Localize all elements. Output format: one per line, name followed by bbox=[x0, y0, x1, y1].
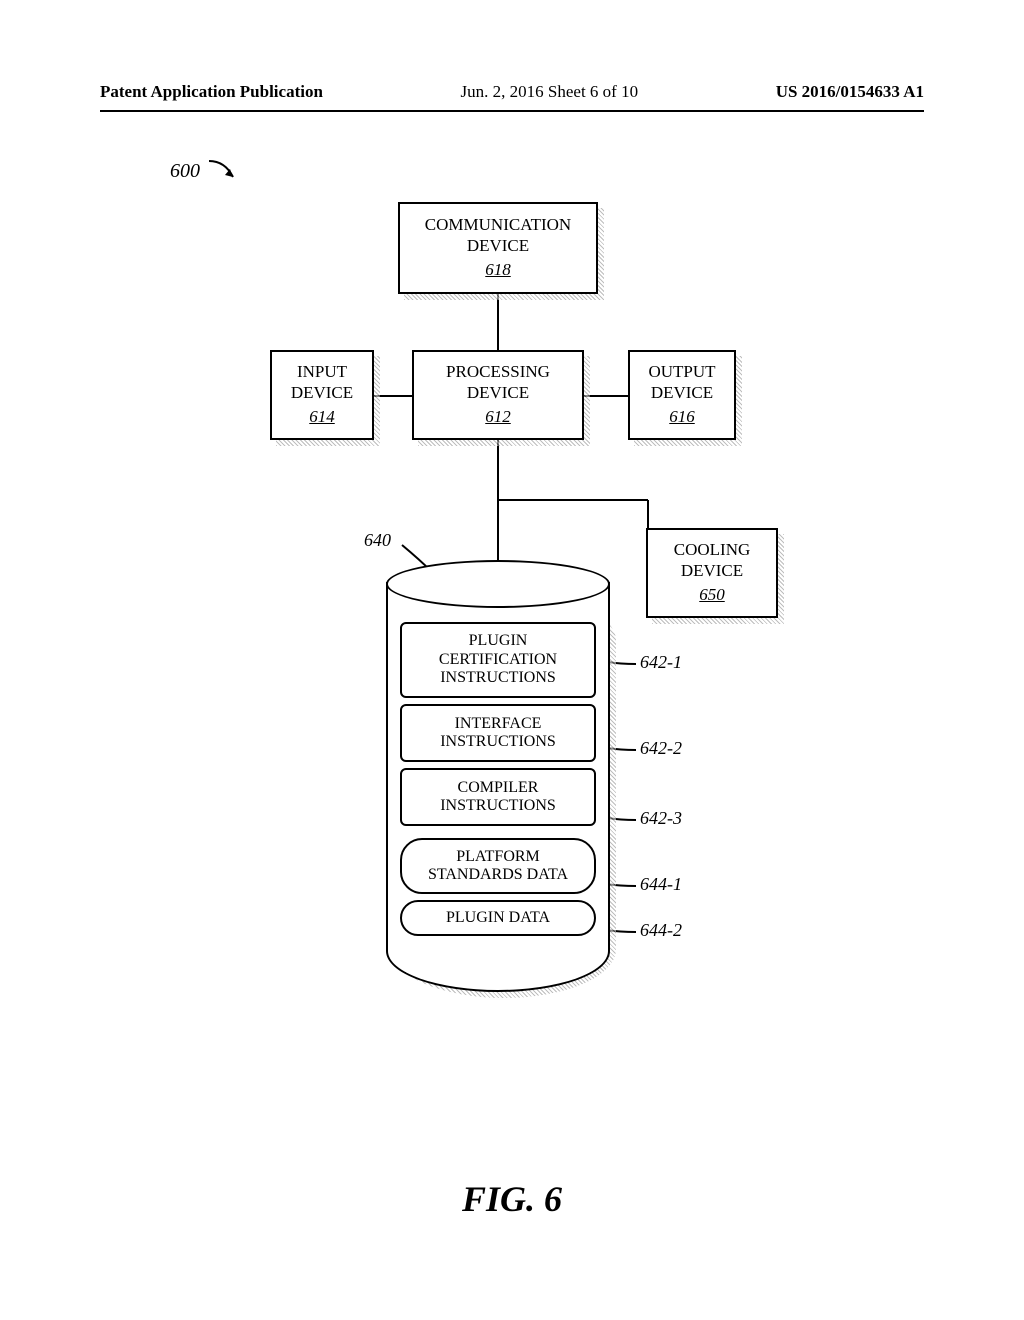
header-right: US 2016/0154633 A1 bbox=[776, 82, 924, 102]
cyl-item-3-l2: INSTRUCTIONS bbox=[402, 797, 594, 815]
cyl-item-1-l1: PLUGIN bbox=[402, 632, 594, 650]
page-header: Patent Application Publication Jun. 2, 2… bbox=[100, 82, 924, 102]
box-processing-device: PROCESSING DEVICE 612 bbox=[412, 350, 584, 440]
storage-cylinder: PLUGIN CERTIFICATION INSTRUCTIONS INTERF… bbox=[386, 582, 610, 992]
box-input-device: INPUT DEVICE 614 bbox=[270, 350, 374, 440]
box-proc-line1: PROCESSING bbox=[414, 362, 582, 382]
header-left: Patent Application Publication bbox=[100, 82, 323, 102]
cyl-item-2-l1: INTERFACE bbox=[402, 715, 594, 733]
box-proc-line2: DEVICE bbox=[414, 383, 582, 403]
box-output-line1: OUTPUT bbox=[630, 362, 734, 382]
cyl-item-3-ref: 642-3 bbox=[640, 808, 682, 829]
box-communication-ref: 618 bbox=[400, 260, 596, 280]
cyl-item-interface: INTERFACE INSTRUCTIONS bbox=[400, 704, 596, 762]
cyl-item-5-ref: 644-2 bbox=[640, 920, 682, 941]
header-rule bbox=[100, 110, 924, 112]
cyl-item-platform-standards: PLATFORM STANDARDS DATA bbox=[400, 838, 596, 894]
box-cool-line1: COOLING bbox=[648, 540, 776, 560]
cyl-ref-label: 640 bbox=[364, 530, 391, 551]
box-output-line2: DEVICE bbox=[630, 383, 734, 403]
box-output-ref: 616 bbox=[630, 407, 734, 427]
box-cooling-device: COOLING DEVICE 650 bbox=[646, 528, 778, 618]
cyl-item-4-l1: PLATFORM bbox=[402, 848, 594, 866]
overall-ref: 600 bbox=[170, 155, 241, 185]
swoop-arrow-icon bbox=[205, 155, 241, 185]
cyl-item-plugin-data: PLUGIN DATA bbox=[400, 900, 596, 936]
cyl-item-1-l2: CERTIFICATION bbox=[402, 651, 594, 669]
cyl-item-plugin-cert: PLUGIN CERTIFICATION INSTRUCTIONS bbox=[400, 622, 596, 698]
box-input-ref: 614 bbox=[272, 407, 372, 427]
cyl-item-1-l3: INSTRUCTIONS bbox=[402, 669, 594, 687]
box-communication-line1: COMMUNICATION bbox=[400, 215, 596, 235]
cyl-item-2-l2: INSTRUCTIONS bbox=[402, 733, 594, 751]
overall-ref-num: 600 bbox=[170, 160, 200, 182]
box-cool-line2: DEVICE bbox=[648, 561, 776, 581]
box-proc-ref: 612 bbox=[414, 407, 582, 427]
box-cool-ref: 650 bbox=[648, 585, 776, 605]
cyl-item-3-l1: COMPILER bbox=[402, 779, 594, 797]
cyl-item-1-ref: 642-1 bbox=[640, 652, 682, 673]
figure-label: FIG. 6 bbox=[0, 1178, 1024, 1220]
cyl-item-2-ref: 642-2 bbox=[640, 738, 682, 759]
cyl-item-5-l1: PLUGIN DATA bbox=[402, 909, 594, 927]
cyl-item-compiler: COMPILER INSTRUCTIONS bbox=[400, 768, 596, 826]
box-input-line1: INPUT bbox=[272, 362, 372, 382]
box-input-line2: DEVICE bbox=[272, 383, 372, 403]
box-communication-device: COMMUNICATION DEVICE 618 bbox=[398, 202, 598, 294]
header-mid: Jun. 2, 2016 Sheet 6 of 10 bbox=[461, 82, 639, 102]
cyl-item-4-ref: 644-1 bbox=[640, 874, 682, 895]
box-communication-line2: DEVICE bbox=[400, 236, 596, 256]
cyl-item-4-l2: STANDARDS DATA bbox=[402, 866, 594, 884]
box-output-device: OUTPUT DEVICE 616 bbox=[628, 350, 736, 440]
